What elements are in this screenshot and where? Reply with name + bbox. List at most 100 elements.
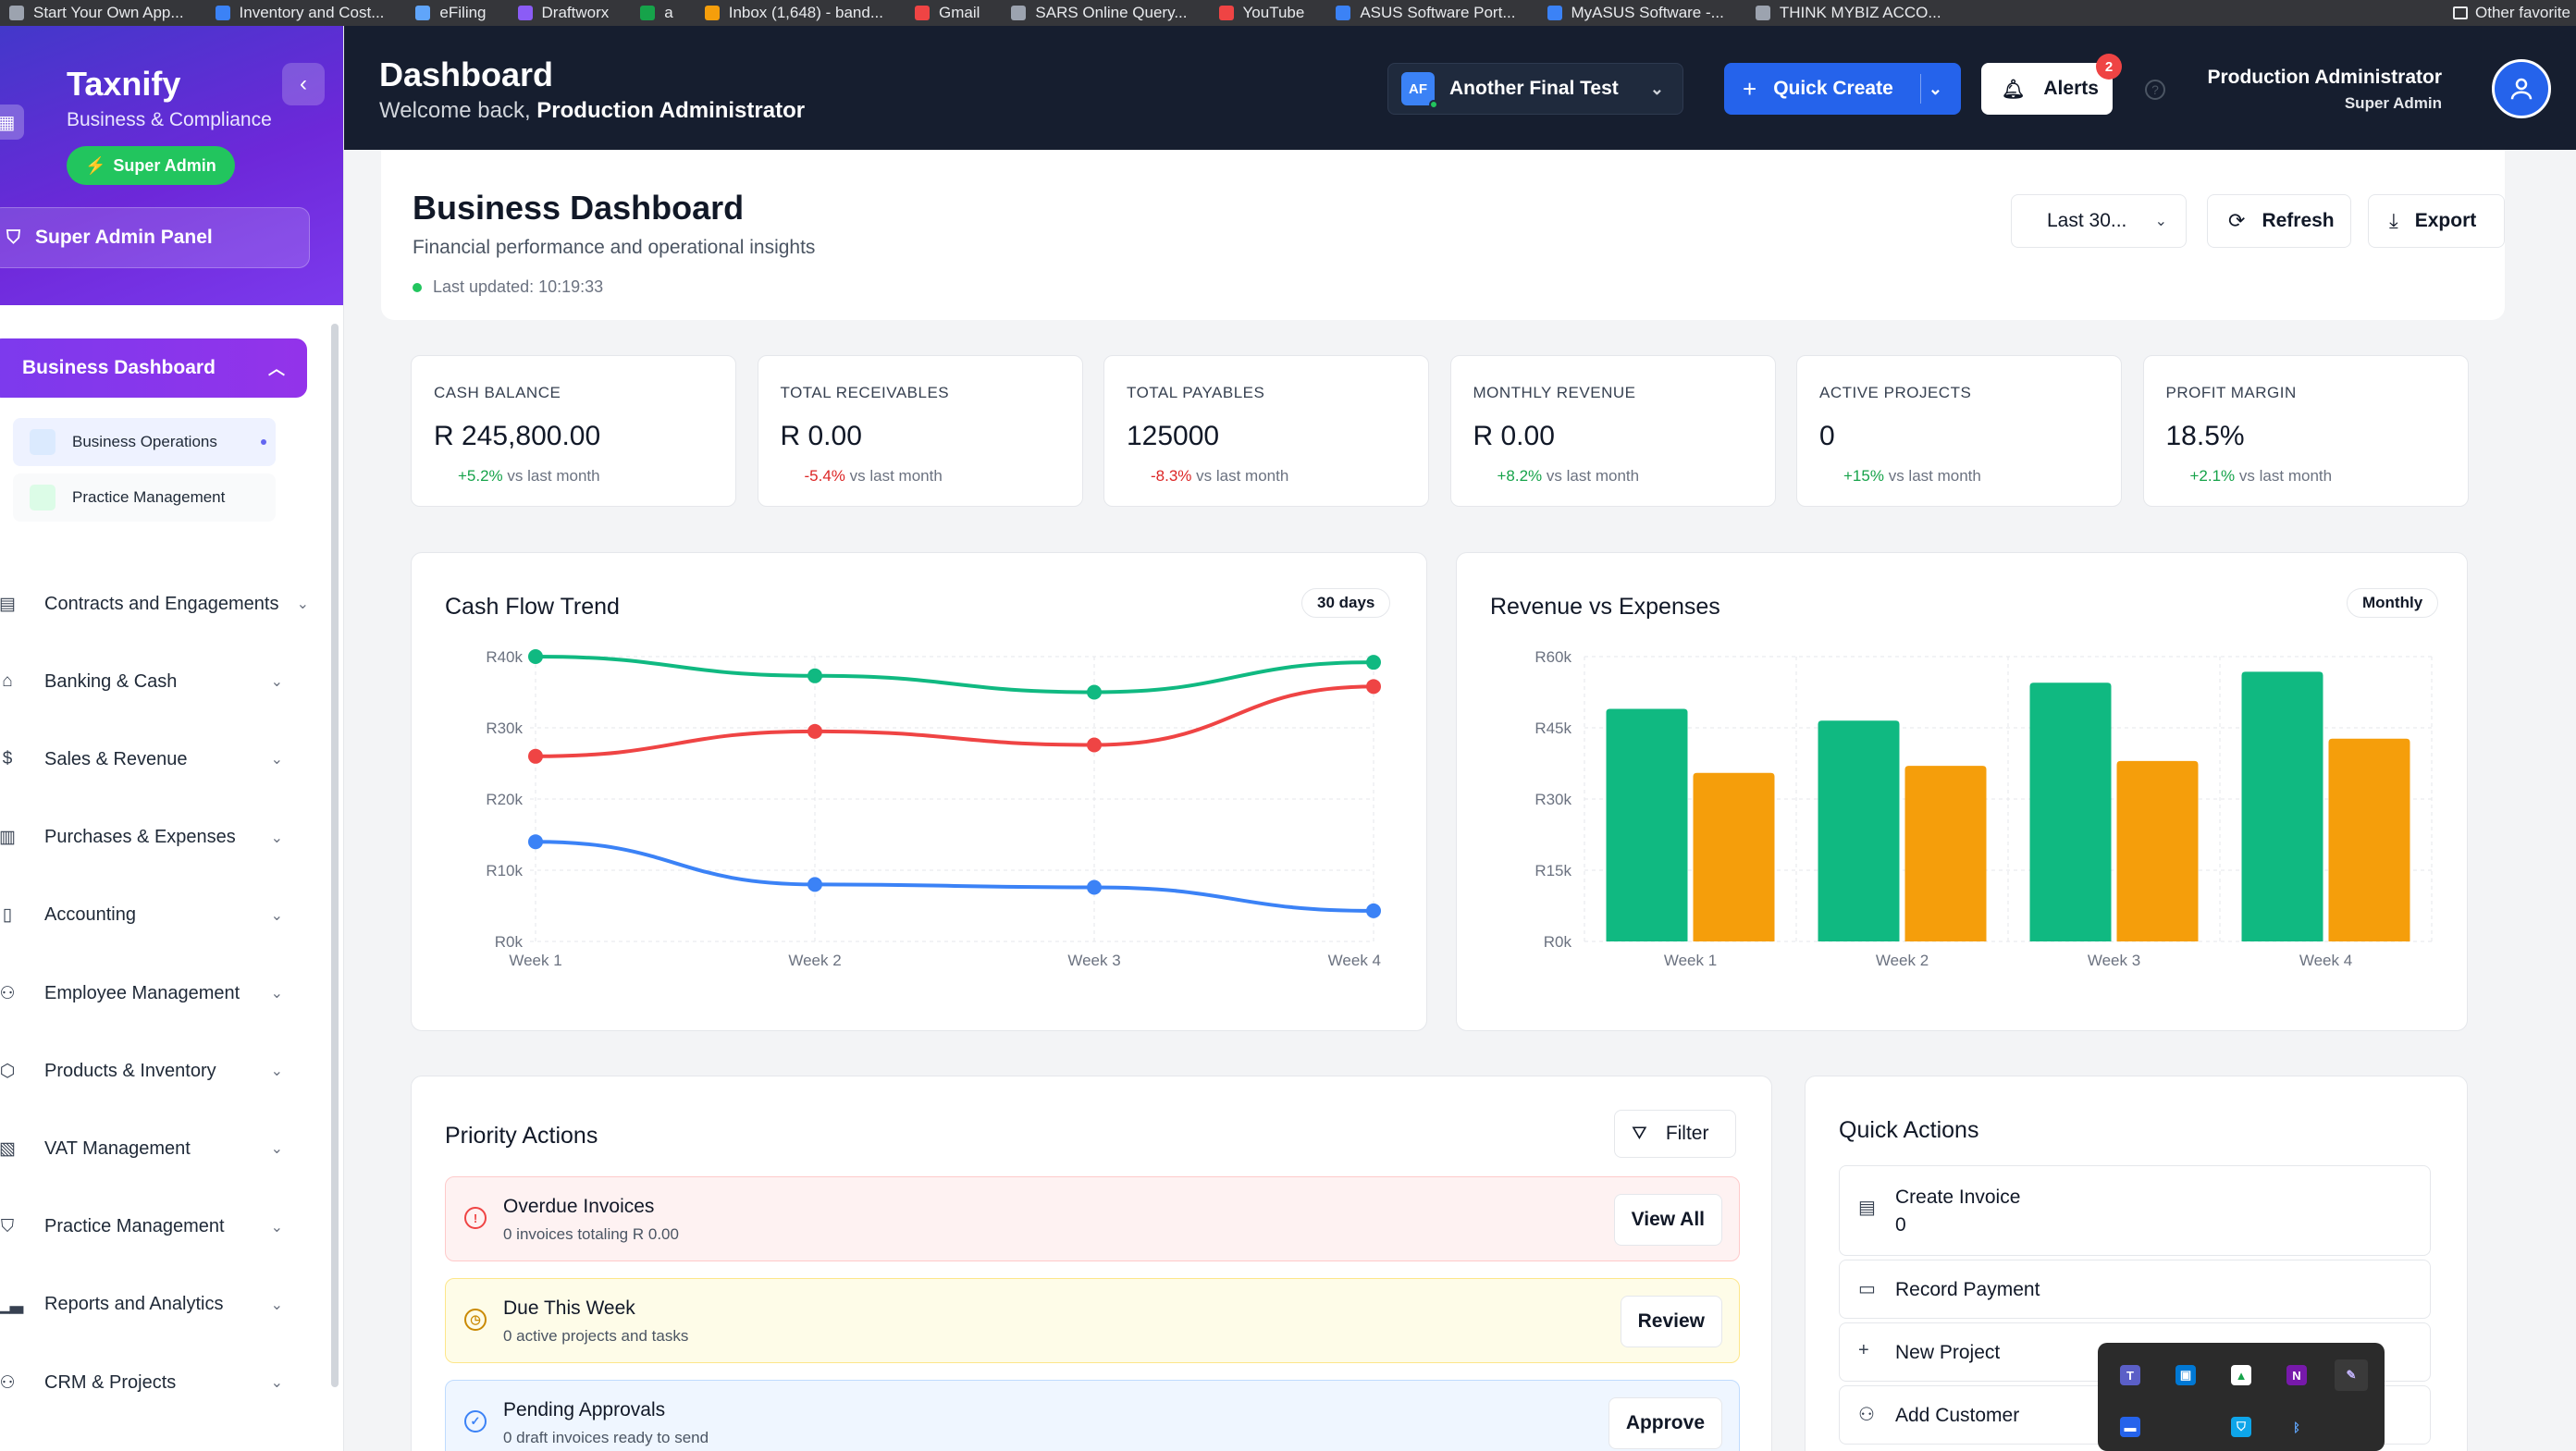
cash-flow-chart: R0k R10k R20k R30k R40k Week 1 Week 2 Week 3 Wee…	[486, 648, 1381, 969]
sidebar-item[interactable]: ⚇ Employee Management ⌄	[0, 970, 305, 1016]
priority-action-button[interactable]: Approve	[1608, 1397, 1722, 1449]
google-drive-icon[interactable]: ▲	[2231, 1365, 2251, 1385]
sidebar-item[interactable]: ⌂ Banking & Cash ⌄	[0, 658, 305, 705]
priority-action-button[interactable]: Review	[1620, 1296, 1722, 1347]
sidebar-item[interactable]: ▥ Purchases & Expenses ⌄	[0, 815, 305, 861]
sidebar-subitem-practice-management[interactable]: Practice Management	[13, 473, 276, 522]
data-point[interactable]	[807, 668, 822, 683]
kpi-value: R 0.00	[780, 421, 862, 451]
help-icon[interactable]: ?	[2145, 80, 2165, 100]
pen-icon[interactable]: ✎	[2335, 1359, 2368, 1391]
kpi-card: CASH BALANCE R 245,800.00 +5.2% vs last mo…	[411, 355, 736, 507]
bookmark-link[interactable]: YouTube	[1218, 4, 1304, 22]
bookmark-label: a	[664, 4, 673, 21]
bookmark-link[interactable]: eFiling	[415, 4, 487, 22]
sidebar-item[interactable]: $ Sales & Revenue ⌄	[0, 736, 305, 782]
data-point[interactable]	[807, 723, 822, 739]
data-point[interactable]	[1087, 879, 1102, 895]
bar[interactable]	[1693, 772, 1775, 941]
user-avatar-icon[interactable]	[2492, 59, 2551, 118]
sidebar-item[interactable]: ⛉ Practice Management ⌄	[0, 1204, 305, 1250]
priority-icon: !	[464, 1207, 487, 1229]
teams-icon[interactable]: T	[2120, 1365, 2140, 1385]
role-badge-label: Super Admin	[113, 155, 216, 175]
bar[interactable]	[1818, 720, 1900, 941]
bookmark-link[interactable]: Inventory and Cost...	[215, 4, 384, 22]
bookmark-favicon-icon	[215, 6, 230, 20]
chevron-down-icon[interactable]: ⌄	[1929, 80, 1942, 99]
bolt-icon: ⚡	[85, 155, 106, 175]
bookmark-link[interactable]: MyASUS Software -...	[1547, 4, 1724, 22]
bookmark-link[interactable]: ASUS Software Port...	[1336, 4, 1516, 22]
collapse-sidebar-button[interactable]: ‹	[282, 63, 325, 105]
bar[interactable]	[1904, 766, 1987, 941]
bookmark-link[interactable]: Gmail	[915, 4, 980, 22]
chevron-down-icon: ⌄	[270, 986, 283, 1002]
filter-button[interactable]: ⛛ Filter	[1614, 1110, 1736, 1158]
sidebar-item[interactable]: ▁▃ Reports and Analytics ⌄	[0, 1282, 305, 1328]
data-point[interactable]	[1366, 679, 1381, 695]
quick-create-button[interactable]: + Quick Create ⌄	[1724, 63, 1961, 115]
welcome-text: Welcome back, Production Administrator	[379, 98, 805, 124]
bar[interactable]	[2029, 682, 2112, 941]
data-point[interactable]	[1087, 737, 1102, 753]
sidebar-subitem-business-operations[interactable]: Business Operations	[13, 418, 276, 466]
bookmark-link[interactable]: a	[640, 4, 673, 22]
bank-icon: ⌂	[2, 671, 13, 692]
x-tick-label: Week 2	[1876, 952, 1929, 969]
welcome-user: Production Administrator	[536, 98, 806, 123]
display-icon[interactable]: ▬	[2120, 1417, 2140, 1437]
sidebar-subitem-label: Practice Management	[72, 488, 226, 506]
page-header: Business Dashboard Financial performance…	[381, 150, 2505, 320]
user-info[interactable]: Production Administrator Super Admin	[2207, 67, 2442, 113]
sidebar-item[interactable]: ⬡ Products & Inventory ⌄	[0, 1048, 305, 1094]
bookmark-link[interactable]: Inbox (1,648) - band...	[704, 4, 883, 22]
outlook-icon[interactable]: ▣	[2175, 1365, 2196, 1385]
y-tick-label: R10k	[486, 862, 523, 879]
bar[interactable]	[2116, 760, 2199, 941]
super-admin-panel-button[interactable]: ⛉ Super Admin Panel	[0, 207, 310, 268]
data-point[interactable]	[1366, 903, 1381, 918]
sidebar-item-label: Banking & Cash	[44, 670, 178, 692]
chevron-down-icon: ⌄	[270, 1141, 283, 1158]
bookmark-link[interactable]: Start Your Own App...	[9, 4, 184, 22]
sidebar-item[interactable]: ⛟Point of Sale⌄	[0, 1437, 305, 1451]
shield-icon: ⛉	[6, 227, 20, 248]
bookmark-label: SARS Online Query...	[1035, 4, 1188, 21]
bookmark-link[interactable]: SARS Online Query...	[1011, 4, 1188, 22]
quick-action-item[interactable]: ▭ Record Payment	[1839, 1260, 2431, 1319]
bar[interactable]	[2241, 671, 2323, 941]
priority-action-button[interactable]: View All	[1613, 1194, 1722, 1246]
alerts-button[interactable]: 🔔︎ Alerts 2	[1981, 54, 2122, 115]
x-tick-label: Week 2	[788, 952, 841, 969]
bar[interactable]	[1606, 708, 1688, 941]
other-favorites-link[interactable]: Other favorite	[2453, 0, 2576, 26]
bluetooth-icon[interactable]: ᛒ	[2286, 1417, 2307, 1437]
user-plus-icon: ⚇	[1858, 1405, 1875, 1425]
sidebar-item-business-dashboard[interactable]: Business Dashboard ︿	[0, 338, 307, 398]
quick-action-item[interactable]: ▤ Create Invoice 0	[1839, 1165, 2431, 1256]
sidebar-item[interactable]: ▧ VAT Management ⌄	[0, 1125, 305, 1172]
sidebar-item[interactable]: ▤ Contracts and Engagements ⌄	[0, 581, 309, 627]
bookmark-link[interactable]: Draftworx	[517, 4, 609, 22]
kpi-label: TOTAL RECEIVABLES	[780, 384, 950, 401]
data-point[interactable]	[807, 877, 822, 892]
sidebar-scrollbar[interactable]	[331, 324, 339, 1387]
data-point[interactable]	[1087, 684, 1102, 700]
refresh-button[interactable]: ⟳ Refresh	[2207, 194, 2351, 248]
data-point[interactable]	[1366, 655, 1381, 670]
export-button[interactable]: ⤓ Export	[2368, 194, 2505, 248]
sidebar-item[interactable]: ⚇ CRM & Projects ⌄	[0, 1359, 305, 1406]
data-point[interactable]	[528, 649, 543, 664]
security-shield-icon[interactable]: ⛉	[2231, 1417, 2251, 1437]
company-switcher[interactable]: AF Another Final Test ⌄	[1387, 63, 1683, 115]
sidebar-item[interactable]: ▯ Accounting ⌄	[0, 892, 305, 939]
onenote-icon[interactable]: N	[2286, 1365, 2307, 1385]
bar[interactable]	[2328, 738, 2410, 941]
bookmark-link[interactable]: THINK MYBIZ ACCO...	[1755, 4, 1941, 22]
quick-action-label: New Project	[1895, 1342, 2001, 1363]
data-point[interactable]	[528, 748, 543, 764]
data-point[interactable]	[528, 834, 543, 850]
date-range-select[interactable]: Last 30... ⌄	[2011, 194, 2187, 248]
chevron-left-icon: ‹	[300, 71, 307, 96]
